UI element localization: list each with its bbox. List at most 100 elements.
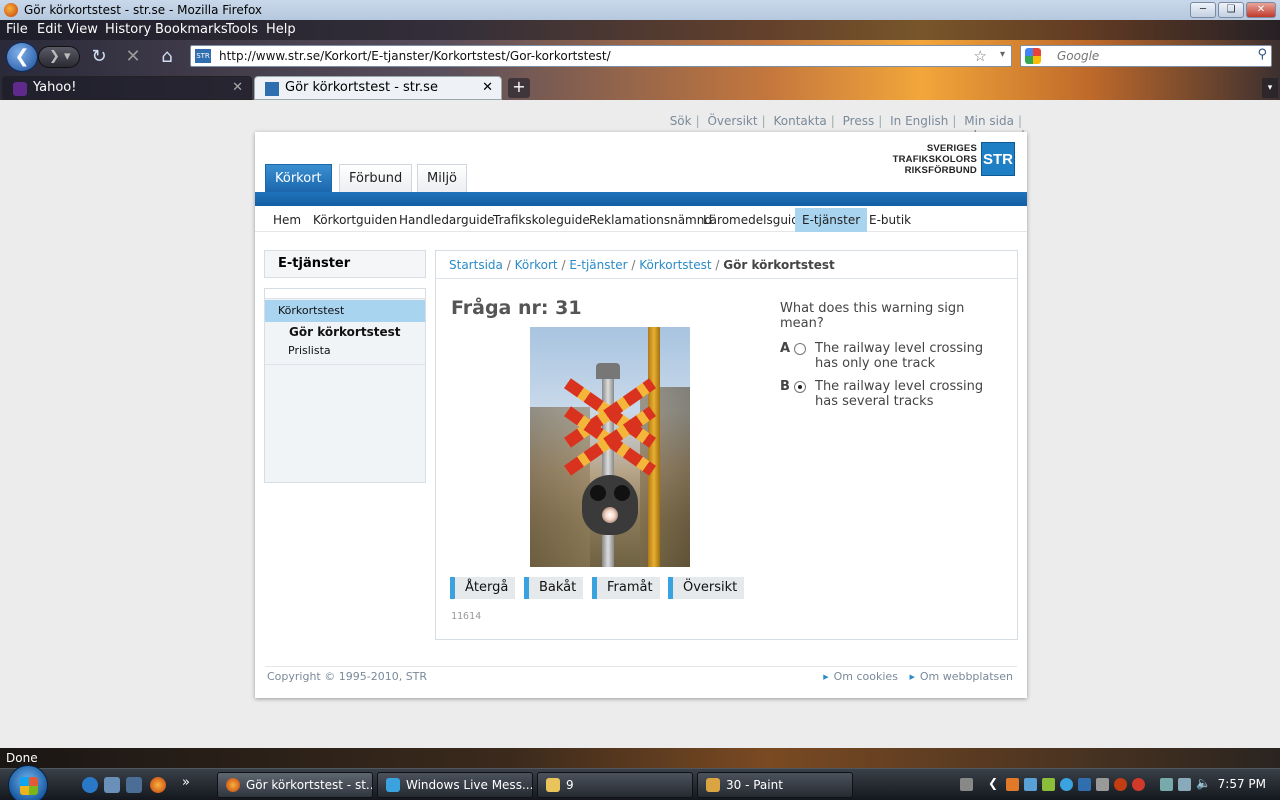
url-dropdown-icon[interactable]: ▾: [1000, 49, 1005, 60]
subnav-hem[interactable]: Hem: [266, 208, 308, 232]
task-windows-live-messenger[interactable]: Windows Live Mess...: [377, 772, 533, 798]
tab-yahoo[interactable]: Yahoo! ✕: [2, 76, 252, 100]
bookmark-star-icon[interactable]: ☆: [974, 47, 987, 65]
windows-logo-icon: [20, 777, 38, 795]
tray-app-icon[interactable]: [1078, 778, 1091, 791]
sub-navigation: Hem Körkortguiden Handledarguide Trafiks…: [255, 206, 1027, 232]
search-bar[interactable]: ⚲: [1020, 45, 1272, 67]
sidebar-heading: E-tjänster: [264, 250, 426, 278]
breadcrumb-startsida[interactable]: Startsida: [449, 258, 503, 272]
folder-icon: [546, 778, 560, 792]
tab-korkort[interactable]: Körkort: [265, 164, 332, 192]
link-in-english[interactable]: In English: [890, 114, 948, 128]
search-icon[interactable]: ⚲: [1257, 47, 1267, 62]
breadcrumb-current: Gör körkortstest: [723, 258, 835, 272]
close-tab-icon[interactable]: ✕: [232, 77, 243, 99]
logo-text: SVERIGES TRAFIKSKOLORS RIKSFÖRBUND: [892, 143, 977, 176]
tray-app-icon[interactable]: [1132, 778, 1145, 791]
task-firefox[interactable]: Gör körkortstest - st...: [217, 772, 373, 798]
link-press[interactable]: Press: [843, 114, 875, 128]
task-paint[interactable]: 30 - Paint: [697, 772, 853, 798]
quicklaunch-overflow-icon[interactable]: »: [182, 775, 190, 790]
stop-icon[interactable]: ✕: [122, 46, 144, 68]
new-tab-button[interactable]: +: [508, 78, 530, 98]
restore-button[interactable]: ❏: [1218, 2, 1244, 18]
sidebar-item-korkortstest[interactable]: Körkortstest: [265, 300, 425, 322]
tab-forbund[interactable]: Förbund: [339, 164, 413, 192]
menu-edit[interactable]: Edit: [37, 22, 62, 37]
close-tab-icon[interactable]: ✕: [482, 77, 493, 99]
paint-icon: [706, 778, 720, 792]
menu-bookmarks[interactable]: Bookmarks: [155, 22, 228, 37]
network-icon[interactable]: [1178, 778, 1191, 791]
forward-button[interactable]: Framåt: [592, 577, 660, 599]
link-sok[interactable]: Sök: [670, 114, 692, 128]
clock[interactable]: 7:57 PM: [1218, 777, 1266, 791]
task-folder-9[interactable]: 9: [537, 772, 693, 798]
sidebar-item-gor-korkortstest[interactable]: Gör körkortstest: [289, 323, 400, 341]
str-logo[interactable]: SVERIGES TRAFIKSKOLORS RIKSFÖRBUND STR: [875, 142, 1015, 178]
reload-icon[interactable]: ↻: [88, 46, 110, 68]
sidebar-item-prislista[interactable]: Prislista: [288, 342, 331, 360]
subnav-e-tjanster[interactable]: E-tjänster: [795, 208, 868, 232]
tray-app-icon[interactable]: [1114, 778, 1127, 791]
option-letter: B: [780, 379, 790, 394]
breadcrumb-e-tjanster[interactable]: E-tjänster: [569, 258, 627, 272]
overview-button[interactable]: Översikt: [668, 577, 745, 599]
tab-list-icon[interactable]: ▾: [1262, 78, 1278, 98]
option-b-radio[interactable]: [794, 381, 806, 393]
footer-link-om-webbplatsen[interactable]: ▶ Om webbplatsen: [909, 670, 1013, 683]
link-kontakta[interactable]: Kontakta: [773, 114, 826, 128]
page-content: Sök | Översikt | Kontakta | Press | In Engli…: [0, 100, 1280, 748]
tray-app-icon[interactable]: [1042, 778, 1055, 791]
menu-view[interactable]: View: [67, 22, 98, 37]
subnav-e-butik[interactable]: E-butik: [862, 208, 918, 232]
volume-icon[interactable]: 🔈: [1196, 776, 1211, 790]
link-min-sida[interactable]: Min sida: [964, 114, 1014, 128]
option-a-radio[interactable]: [794, 343, 806, 355]
network-icon[interactable]: [1160, 778, 1173, 791]
tray-expand-icon[interactable]: ❮: [988, 776, 1001, 790]
subnav-trafikskoleguide[interactable]: Trafikskoleguide: [486, 208, 597, 232]
search-input[interactable]: [1057, 48, 1247, 64]
back-button[interactable]: Bakåt: [524, 577, 584, 599]
minimize-button[interactable]: ─: [1190, 2, 1216, 18]
url-bar[interactable]: STR http://www.str.se/Korkort/E-tjanster…: [190, 45, 1012, 67]
close-window-button[interactable]: ✕: [1246, 2, 1276, 18]
tab-miljo[interactable]: Miljö: [417, 164, 468, 192]
tray-app-icon[interactable]: [1096, 778, 1109, 791]
tray-app-icon[interactable]: [1024, 778, 1037, 791]
firefox-icon: [4, 3, 18, 17]
forward-icon[interactable]: ❯ ▾: [38, 46, 80, 68]
firefox-quicklaunch-icon[interactable]: [150, 777, 166, 793]
internet-explorer-icon[interactable]: [82, 777, 98, 793]
breadcrumb-korkort[interactable]: Körkort: [515, 258, 558, 272]
home-icon[interactable]: ⌂: [156, 46, 178, 68]
browser-chrome: Gör körkortstest - str.se - Mozilla Fire…: [0, 0, 1280, 100]
return-button[interactable]: Återgå: [450, 577, 516, 599]
show-desktop-icon[interactable]: [104, 777, 120, 793]
menu-help[interactable]: Help: [266, 22, 296, 37]
tab-bar: Yahoo! ✕ Gör körkortstest - str.se ✕ + ▾: [0, 76, 1280, 100]
switch-windows-icon[interactable]: [126, 777, 142, 793]
subnav-korkortguiden[interactable]: Körkortguiden: [306, 208, 404, 232]
keyboard-icon[interactable]: [960, 778, 973, 791]
breadcrumb-korkortstest[interactable]: Körkortstest: [639, 258, 711, 272]
answer-option-b[interactable]: B The railway level crossing has several…: [780, 379, 1000, 411]
footer-link-om-cookies[interactable]: ▶ Om cookies: [823, 670, 898, 683]
yahoo-favicon-icon: [13, 82, 27, 96]
window-title: Gör körkortstest - str.se - Mozilla Fire…: [24, 3, 263, 17]
google-engine-icon[interactable]: [1025, 48, 1041, 64]
link-oversikt[interactable]: Översikt: [707, 114, 757, 128]
start-button[interactable]: [8, 765, 48, 800]
tab-korkortstest[interactable]: Gör körkortstest - str.se ✕: [254, 76, 502, 100]
back-icon[interactable]: ❮: [6, 42, 38, 72]
tray-app-icon[interactable]: [1006, 778, 1019, 791]
menu-tools[interactable]: Tools: [226, 22, 258, 37]
answer-option-a[interactable]: A The railway level crossing has only on…: [780, 341, 1000, 373]
logo-mark: STR: [981, 142, 1015, 176]
messenger-tray-icon[interactable]: [1060, 778, 1073, 791]
messenger-icon: [386, 778, 400, 792]
menu-file[interactable]: File: [6, 22, 28, 37]
menu-history[interactable]: History: [105, 22, 151, 37]
